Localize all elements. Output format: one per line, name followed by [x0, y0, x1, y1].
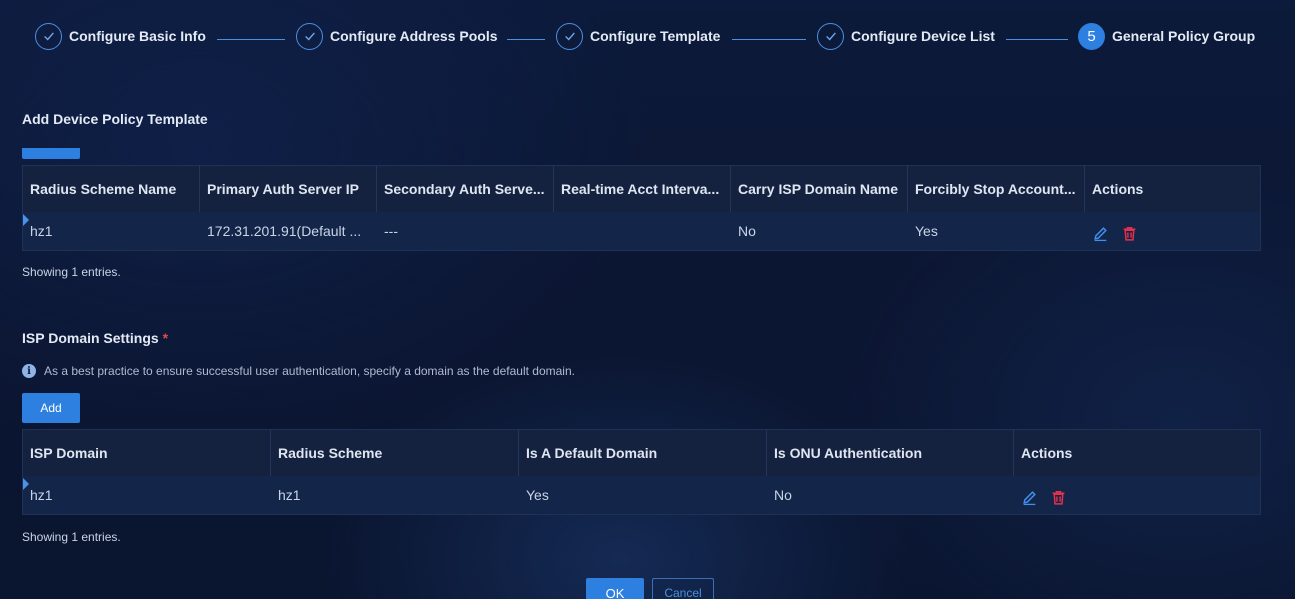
ok-button[interactable]: OK — [586, 578, 644, 599]
step-connector — [732, 39, 806, 40]
column-header[interactable]: Is A Default Domain — [519, 430, 767, 476]
wizard-stepper: Configure Basic Info Configure Address P… — [35, 22, 1275, 50]
carry-isp-cell: No — [738, 223, 756, 239]
step-label: Configure Device List — [851, 28, 995, 44]
step-configure-address-pools[interactable]: Configure Address Pools — [296, 22, 498, 50]
info-note: i As a best practice to ensure successfu… — [22, 364, 575, 378]
radius-scheme-cell: hz1 — [278, 487, 301, 503]
device-policy-title: Add Device Policy Template — [22, 111, 208, 127]
check-icon — [35, 22, 62, 50]
check-icon — [817, 22, 844, 50]
forcibly-stop-cell: Yes — [915, 223, 938, 239]
isp-domain-table: ISP Domain Radius Scheme Is A Default Do… — [22, 429, 1261, 515]
row-actions — [1085, 212, 1260, 250]
column-header[interactable]: Secondary Auth Serve... — [377, 166, 554, 212]
step-connector — [217, 39, 285, 40]
cancel-button[interactable]: Cancel — [652, 578, 714, 599]
check-icon — [556, 22, 583, 50]
pencil-icon[interactable] — [1092, 225, 1109, 242]
secondary-auth-cell: --- — [384, 223, 398, 239]
column-header[interactable]: Carry ISP Domain Name — [731, 166, 908, 212]
table-header: ISP Domain Radius Scheme Is A Default Do… — [23, 430, 1260, 476]
step-label: Configure Address Pools — [330, 28, 498, 44]
step-general-policy-group[interactable]: 5 General Policy Group — [1078, 22, 1255, 50]
trash-icon[interactable] — [1121, 225, 1138, 242]
add-template-button[interactable] — [22, 148, 80, 159]
add-isp-domain-button[interactable]: Add — [22, 393, 80, 423]
step-number: 5 — [1078, 22, 1105, 50]
isp-domain-title-text: ISP Domain Settings — [22, 330, 159, 346]
info-text: As a best practice to ensure successful … — [44, 364, 575, 378]
table-row[interactable]: hz1 172.31.201.91(Default ... --- No Yes — [23, 212, 1260, 250]
device-policy-table: Radius Scheme Name Primary Auth Server I… — [22, 165, 1261, 251]
required-mark: * — [162, 330, 169, 346]
radius-scheme-name-cell: hz1 — [30, 223, 53, 239]
isp-domain-title: ISP Domain Settings * — [22, 330, 168, 346]
isp-domain-cell: hz1 — [30, 487, 53, 503]
step-configure-device-list[interactable]: Configure Device List — [817, 22, 995, 50]
check-icon — [296, 22, 323, 50]
isp-domain-entries-count: Showing 1 entries. — [22, 530, 121, 544]
column-header: Actions — [1021, 445, 1073, 461]
step-configure-basic-info[interactable]: Configure Basic Info — [35, 22, 206, 50]
column-header[interactable]: Forcibly Stop Account... — [908, 166, 1085, 212]
table-row[interactable]: hz1 hz1 Yes No — [23, 476, 1260, 514]
column-header[interactable]: Radius Scheme Name — [23, 166, 200, 212]
step-label: Configure Basic Info — [69, 28, 206, 44]
column-header[interactable]: Real-time Acct Interva... — [554, 166, 731, 212]
column-header[interactable]: ISP Domain — [23, 430, 271, 476]
primary-auth-ip-cell: 172.31.201.91(Default ... — [207, 223, 362, 239]
step-label: General Policy Group — [1112, 28, 1256, 44]
trash-icon[interactable] — [1050, 489, 1067, 506]
step-configure-template[interactable]: Configure Template — [556, 22, 720, 50]
column-header[interactable]: Radius Scheme — [271, 430, 519, 476]
column-header[interactable]: Is ONU Authentication — [767, 430, 1014, 476]
is-default-cell: Yes — [526, 487, 549, 503]
step-connector — [507, 39, 545, 40]
is-onu-cell: No — [774, 487, 792, 503]
step-connector — [1006, 39, 1068, 40]
column-header[interactable]: Primary Auth Server IP — [200, 166, 377, 212]
device-policy-entries-count: Showing 1 entries. — [22, 265, 121, 279]
row-actions — [1014, 476, 1260, 514]
table-header: Radius Scheme Name Primary Auth Server I… — [23, 166, 1260, 212]
column-header: Actions — [1092, 181, 1144, 197]
info-icon: i — [22, 364, 36, 378]
pencil-icon[interactable] — [1021, 489, 1038, 506]
step-label: Configure Template — [590, 28, 721, 44]
realtime-acct-cell — [554, 212, 731, 250]
